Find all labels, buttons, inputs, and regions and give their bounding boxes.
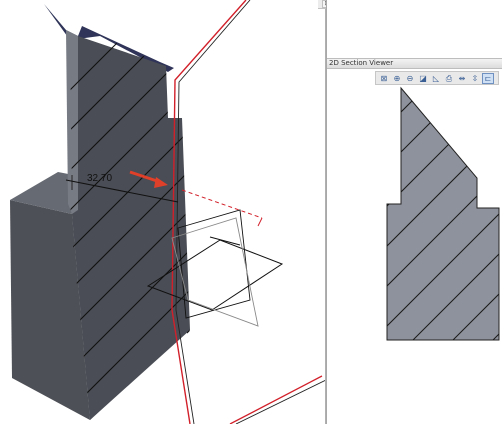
- section-plane: [171, 0, 326, 424]
- section-canvas[interactable]: [327, 86, 502, 424]
- dashed-guide-line: [181, 189, 263, 219]
- view-angle-icon[interactable]: ◺: [430, 73, 442, 84]
- sync-icon[interactable]: ⊏: [482, 72, 494, 84]
- export-icon[interactable]: ⎙: [443, 73, 455, 84]
- zoom-in-icon[interactable]: ⊕: [391, 73, 403, 84]
- zoom-out-icon[interactable]: ⊖: [404, 73, 416, 84]
- flip-vertical-icon[interactable]: ⇳: [469, 73, 481, 84]
- section-viewer-toolbar: ⊠ ⊕ ⊖ ◪ ◺ ⎙ ⇹ ⇳ ⊏: [375, 71, 499, 85]
- section-viewer-panel: 2D Section Viewer ⊠ ⊕ ⊖ ◪ ◺ ⎙ ⇹ ⇳ ⊏: [326, 0, 502, 424]
- dimension-value[interactable]: 32.70: [87, 173, 112, 184]
- section-viewer-title[interactable]: 2D Section Viewer: [327, 58, 502, 69]
- view-icon[interactable]: ◪: [417, 73, 429, 84]
- section-profile: [386, 86, 500, 341]
- fit-icon[interactable]: ⊠: [378, 73, 390, 84]
- 3d-viewport[interactable]: 32.70: [0, 0, 326, 424]
- flip-horizontal-icon[interactable]: ⇹: [456, 73, 468, 84]
